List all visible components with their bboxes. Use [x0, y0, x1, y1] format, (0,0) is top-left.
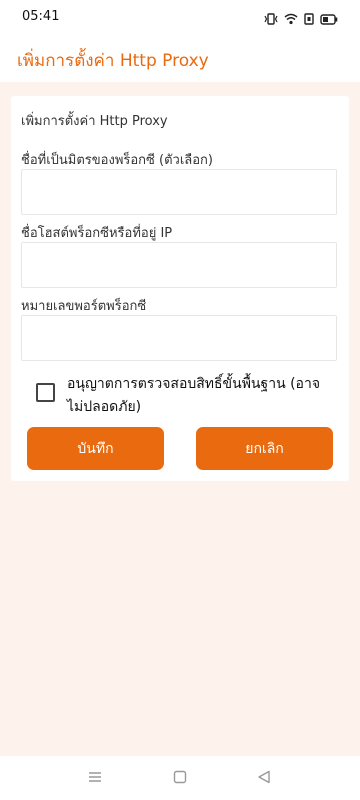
save-button[interactable]: บันทึก: [27, 427, 164, 470]
app-bar: เพิ่มการตั้งค่า Http Proxy: [0, 34, 360, 82]
basic-auth-checkbox[interactable]: [36, 383, 55, 402]
wifi-icon: [284, 10, 298, 29]
proxy-form-card: เพิ่มการตั้งค่า Http Proxy ชื่อที่เป็นมิ…: [11, 96, 349, 481]
navigation-bar: [0, 756, 360, 800]
menu-icon[interactable]: [88, 769, 102, 788]
page-title: เพิ่มการตั้งค่า Http Proxy: [17, 51, 209, 71]
battery-icon: [320, 10, 338, 29]
status-bar: 05:41: [0, 0, 360, 34]
sim-icon: [304, 10, 314, 29]
status-icons: [264, 10, 338, 29]
host-input[interactable]: [21, 242, 337, 288]
host-label: ชื่อโฮสต์พร็อกซีหรือที่อยู่ IP: [21, 226, 173, 241]
form-title: เพิ่มการตั้งค่า Http Proxy: [21, 114, 168, 129]
home-icon[interactable]: [173, 769, 187, 788]
cancel-button[interactable]: ยกเลิก: [196, 427, 333, 470]
port-input[interactable]: [21, 315, 337, 361]
status-time: 05:41: [22, 9, 60, 24]
friendly-name-input[interactable]: [21, 169, 337, 215]
port-label: หมายเลขพอร์ตพร็อกซี: [21, 299, 147, 314]
vibrate-icon: [264, 10, 278, 29]
basic-auth-row[interactable]: อนุญาตการตรวจสอบสิทธิ์ขั้นพื้นฐาน (อาจไม…: [36, 373, 336, 419]
back-icon[interactable]: [257, 769, 271, 788]
friendly-name-label: ชื่อที่เป็นมิตรของพร็อกซี (ตัวเลือก): [21, 153, 213, 168]
basic-auth-label: อนุญาตการตรวจสอบสิทธิ์ขั้นพื้นฐาน (อาจไม…: [67, 376, 321, 415]
